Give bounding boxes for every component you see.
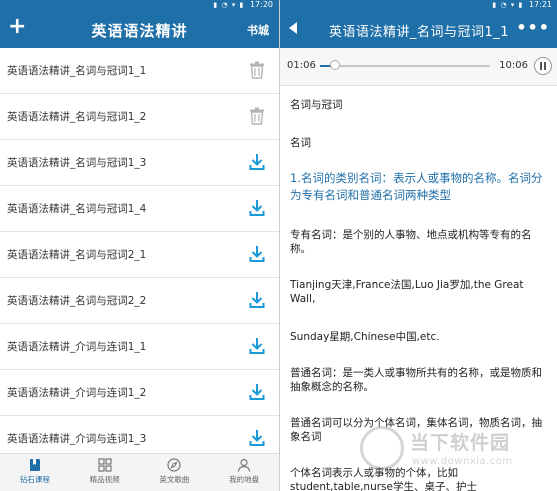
total-time: 10:06	[499, 60, 528, 71]
nav-label: 我的地盘	[229, 475, 260, 484]
lesson-name: 英语语法精讲_名词与冠词1_1	[7, 65, 147, 77]
watermark-url: www.downxia.com	[412, 456, 513, 467]
lesson-name: 英语语法精讲_名词与冠词1_2	[7, 111, 147, 123]
paragraph: Tianjing天津,France法国,Luo Jia罗加,the Great …	[290, 279, 524, 305]
heading-noun: 名词	[290, 137, 311, 149]
audio-player: 01:06 10:06	[280, 48, 557, 86]
download-icon[interactable]	[249, 291, 265, 309]
lesson-row[interactable]: 英语语法精讲_介词与连词1_1	[0, 324, 279, 370]
status-time: 17:20	[249, 0, 273, 9]
watermark-logo-icon	[360, 426, 404, 470]
lesson-title: 英语语法精讲_名词与冠词1_1	[328, 25, 510, 40]
nav-item[interactable]: 钻石课程	[0, 454, 70, 491]
lesson-detail-screen: ▮ ◔ ▾ ▮ 17:21 英语语法精讲_名词与冠词1_1 ••• 01:06 …	[279, 0, 557, 491]
user-icon	[209, 458, 279, 472]
lesson-row[interactable]: 英语语法精讲_名词与冠词1_2	[0, 94, 279, 140]
heading-noun-article: 名词与冠词	[290, 99, 343, 111]
lesson-name: 英语语法精讲_名词与冠词2_2	[7, 295, 147, 307]
lesson-row[interactable]: 英语语法精讲_名词与冠词2_1	[0, 232, 279, 278]
download-icon[interactable]	[249, 429, 265, 447]
compass-icon	[140, 458, 210, 472]
lesson-row[interactable]: 英语语法精讲_名词与冠词1_3	[0, 140, 279, 186]
lesson-row[interactable]: 英语语法精讲_介词与连词1_2	[0, 370, 279, 416]
app-header: + 英语语法精讲 书城	[0, 10, 279, 48]
download-icon[interactable]	[249, 337, 265, 355]
nav-label: 精品视频	[89, 475, 120, 484]
progress-thumb[interactable]	[330, 60, 341, 70]
status-bar: ▮ ◔ ▾ ▮ 17:21	[280, 0, 557, 10]
lesson-list-screen: ▮ ◔ ▾ ▮ 17:20 + 英语语法精讲 书城 英语语法精讲_名词与冠词1_…	[0, 0, 279, 491]
back-arrow-icon[interactable]	[289, 22, 297, 34]
trash-icon[interactable]	[249, 61, 265, 79]
download-icon[interactable]	[249, 153, 265, 171]
pause-icon[interactable]	[534, 57, 552, 75]
status-icons: ▮ ◔ ▾ ▮	[492, 1, 524, 9]
lesson-name: 英语语法精讲_名词与冠词1_3	[7, 157, 147, 169]
lesson-row[interactable]: 英语语法精讲_名词与冠词1_1	[0, 48, 279, 94]
lesson-name: 英语语法精讲_介词与连词1_2	[7, 387, 147, 399]
paragraph: 专有名词：是个别的人事物、地点或机构等专有的名称。	[290, 229, 532, 255]
lesson-list: 英语语法精讲_名词与冠词1_1 英语语法精讲_名词与冠词1_2 英语语法精讲_名词与…	[0, 48, 279, 462]
page-title: 英语语法精讲	[91, 22, 188, 40]
lesson-name: 英语语法精讲_名词与冠词1_4	[7, 203, 147, 215]
status-icons: ▮ ◔ ▾ ▮	[213, 1, 245, 9]
download-icon[interactable]	[249, 383, 265, 401]
nav-item[interactable]: 我的地盘	[209, 454, 279, 491]
nav-label: 英文歌曲	[159, 475, 190, 484]
paragraph: 普通名词：是一类人或事物所共有的名称，或是物质和抽象概念的名称。	[290, 367, 542, 393]
download-icon[interactable]	[249, 199, 265, 217]
lesson-row[interactable]: 英语语法精讲_名词与冠词1_4	[0, 186, 279, 232]
current-time: 01:06	[287, 60, 316, 71]
progress-track[interactable]	[320, 60, 490, 70]
nav-item[interactable]: 精品视频	[70, 454, 140, 491]
book-icon	[0, 458, 70, 472]
lesson-name: 英语语法精讲_名词与冠词2_1	[7, 249, 147, 261]
trash-icon[interactable]	[249, 107, 265, 125]
watermark: 当下软件园 www.downxia.com	[360, 420, 550, 482]
lesson-name: 英语语法精讲_介词与连词1_1	[7, 341, 147, 353]
more-icon[interactable]: •••	[516, 18, 550, 37]
grid-icon	[70, 458, 140, 472]
paragraph: Sunday星期,Chinese中国,etc.	[290, 331, 440, 343]
download-icon[interactable]	[249, 245, 265, 263]
detail-header: 英语语法精讲_名词与冠词1_1 •••	[280, 10, 557, 48]
status-bar: ▮ ◔ ▾ ▮ 17:20	[0, 0, 279, 10]
nav-label: 钻石课程	[19, 475, 50, 484]
section-title: 1.名词的类别名词：表示人或事物的名称。名词分为专有名词和普通名词两种类型	[290, 171, 543, 202]
bottom-nav: 钻石课程 精品视频 英文歌曲 我的地盘	[0, 453, 279, 491]
lesson-name: 英语语法精讲_介词与连词1_3	[7, 433, 147, 445]
store-button[interactable]: 书城	[247, 22, 269, 38]
watermark-text: 当下软件园	[410, 432, 511, 454]
lesson-row[interactable]: 英语语法精讲_名词与冠词2_2	[0, 278, 279, 324]
status-time: 17:21	[528, 0, 552, 9]
nav-item[interactable]: 英文歌曲	[140, 454, 210, 491]
